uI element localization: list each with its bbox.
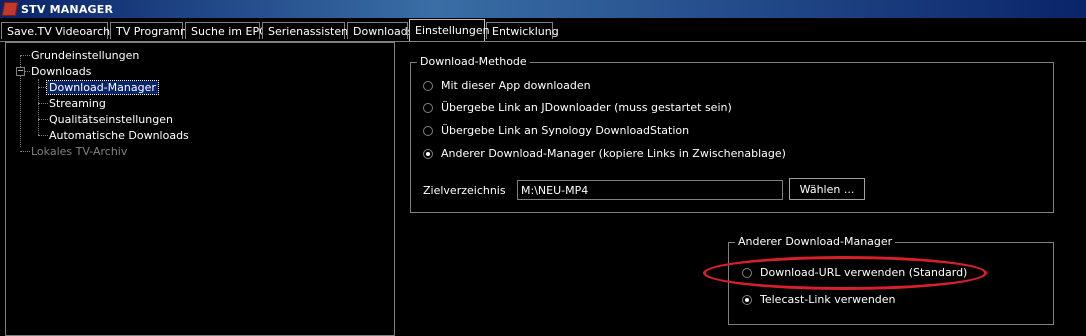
radio-option-download-url[interactable]: Download-URL verwenden (Standard): [742, 265, 967, 281]
target-dir-input[interactable]: [517, 180, 783, 200]
other-manager-group: Anderer Download-Manager Download-URL ve…: [728, 235, 1054, 325]
tree-item-lokales-tv-archiv: Lokales TV-Archiv: [31, 145, 128, 158]
radio-option-synology[interactable]: Übergebe Link an Synology DownloadStatio…: [423, 123, 689, 139]
tab-serienassistent[interactable]: Serienassistent: [262, 22, 352, 39]
settings-content: Download-Methode Mit dieser App download…: [396, 42, 1086, 336]
tree-connector: [38, 119, 48, 120]
radio-label: Anderer Download-Manager (kopiere Links …: [441, 147, 786, 160]
radio-label: Übergebe Link an JDownloader (muss gesta…: [441, 101, 732, 114]
target-dir-label: Zielverzeichnis: [423, 184, 506, 197]
tab-savetv-videoarchiv[interactable]: Save.TV Videoarchiv: [1, 22, 120, 39]
tab-suche-im-epg[interactable]: Suche im EPG: [185, 22, 268, 39]
radio-button[interactable]: [423, 81, 433, 91]
collapse-toggle-icon[interactable]: −: [16, 67, 25, 76]
tab-downloads[interactable]: Downloads: [347, 22, 413, 39]
choose-dir-button[interactable]: Wählen ...: [789, 178, 865, 200]
tree-connector: [38, 103, 48, 104]
radio-option-app-download[interactable]: Mit dieser App downloaden: [423, 78, 591, 94]
tab-strip: Save.TV Videoarchiv TV Programm Suche im…: [0, 19, 1086, 42]
radio-button-selected[interactable]: [742, 295, 752, 305]
tree-item-downloads[interactable]: Downloads: [31, 64, 91, 79]
tree-item-streaming[interactable]: Streaming: [49, 96, 106, 111]
radio-label: Übergebe Link an Synology DownloadStatio…: [441, 124, 690, 137]
tab-einstellungen[interactable]: Einstellungen: [409, 19, 490, 41]
tab-tv-programm[interactable]: TV Programm: [110, 22, 191, 39]
tree-connector: [20, 151, 30, 152]
radio-button-selected[interactable]: [423, 149, 433, 159]
app-logo-icon: [1, 2, 19, 16]
settings-tree[interactable]: − Grundeinstellungen Downloads Download-…: [5, 42, 395, 336]
other-manager-title: Anderer Download-Manager: [735, 235, 896, 248]
radio-label: Download-URL verwenden (Standard): [760, 266, 968, 279]
window-title: STV MANAGER: [21, 2, 114, 16]
download-method-group: Download-Methode Mit dieser App download…: [410, 55, 1054, 213]
tree-item-automatische-downloads[interactable]: Automatische Downloads: [49, 128, 189, 143]
tree-item-qualitaetseinstellungen[interactable]: Qualitätseinstellungen: [49, 112, 173, 127]
radio-option-other-manager[interactable]: Anderer Download-Manager (kopiere Links …: [423, 146, 786, 162]
tree-item-grundeinstellungen[interactable]: Grundeinstellungen: [31, 48, 139, 63]
radio-option-telecast-link[interactable]: Telecast-Link verwenden: [742, 292, 896, 308]
radio-button[interactable]: [742, 268, 752, 278]
tree-item-download-manager[interactable]: Download-Manager: [46, 80, 159, 95]
radio-label: Telecast-Link verwenden: [760, 293, 896, 306]
radio-option-jdownloader[interactable]: Übergebe Link an JDownloader (muss gesta…: [423, 100, 732, 116]
title-bar: STV MANAGER: [0, 0, 1086, 18]
download-method-title: Download-Methode: [417, 55, 530, 68]
tab-entwicklung[interactable]: Entwicklung: [486, 22, 559, 39]
tree-connector: [38, 135, 48, 136]
radio-button[interactable]: [423, 103, 433, 113]
radio-label: Mit dieser App downloaden: [441, 79, 591, 92]
tree-connector: [20, 55, 30, 56]
radio-button[interactable]: [423, 126, 433, 136]
